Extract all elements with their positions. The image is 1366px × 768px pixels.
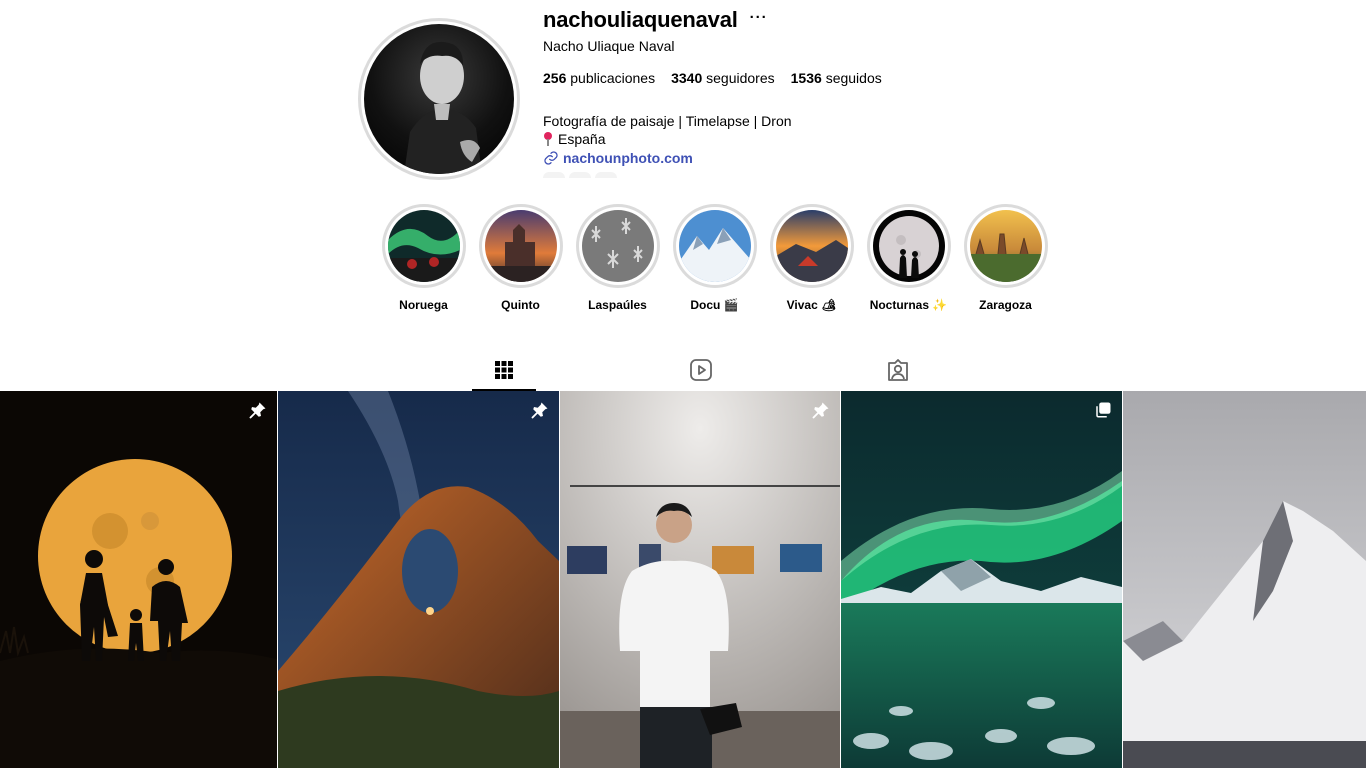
reels-icon xyxy=(690,358,712,381)
profile-info: nachouliaquenaval ··· Nacho Uliaque Nava… xyxy=(543,4,1103,178)
highlight-label: Noruega xyxy=(399,298,448,312)
followers-label: seguidores xyxy=(706,70,775,86)
location-pin-icon xyxy=(543,132,553,146)
post-image-full-moon-family xyxy=(0,391,277,768)
profile-stats: 256 publicaciones 3340 seguidores 1536 s… xyxy=(543,70,1103,86)
highlight-cover xyxy=(387,210,460,282)
post-image-milky-way-arch xyxy=(278,391,559,768)
website-link[interactable]: nachounphoto.com xyxy=(563,150,693,166)
highlight-noruega[interactable]: Noruega xyxy=(375,204,472,312)
tab-posts[interactable] xyxy=(472,348,536,391)
profile-avatar-ring[interactable] xyxy=(358,18,520,180)
post-tile[interactable] xyxy=(841,391,1122,768)
tab-tagged[interactable] xyxy=(866,348,930,391)
highlight-label: Laspaúles xyxy=(588,298,647,312)
highlight-cover xyxy=(678,210,751,282)
username: nachouliaquenaval xyxy=(543,7,738,32)
mutual-followers-avatars xyxy=(543,172,1103,178)
pin-icon xyxy=(249,402,266,419)
highlight-label: Docu 🎬 xyxy=(690,298,739,312)
posts-grid xyxy=(0,391,1366,768)
highlight-zaragoza[interactable]: Zaragoza xyxy=(957,204,1054,312)
post-image-snowy-mountain xyxy=(1123,391,1366,768)
posts-stat: 256 publicaciones xyxy=(543,70,655,86)
post-tile[interactable] xyxy=(278,391,559,768)
followers-count: 3340 xyxy=(671,70,703,86)
story-highlights: Noruega Quinto Laspaúles Docu 🎬 Vivac 🏕 … xyxy=(375,204,1054,312)
followers-stat[interactable]: 3340 seguidores xyxy=(671,70,775,86)
post-tile[interactable] xyxy=(0,391,277,768)
post-tile[interactable] xyxy=(1123,391,1366,768)
post-tile[interactable] xyxy=(560,391,840,768)
grid-icon xyxy=(495,360,513,379)
post-image-photographer-exhibition xyxy=(560,391,840,768)
highlight-laspaules[interactable]: Laspaúles xyxy=(569,204,666,312)
bio-location: España xyxy=(558,131,606,147)
bio: Fotografía de paisaje | Timelapse | Dron… xyxy=(543,112,1103,148)
highlight-cover xyxy=(775,210,848,282)
following-label: seguidos xyxy=(825,70,882,86)
link-icon xyxy=(544,151,558,165)
tab-reels[interactable] xyxy=(669,348,733,391)
highlight-cover xyxy=(969,210,1042,282)
carousel-icon xyxy=(1096,402,1111,418)
pin-icon xyxy=(531,402,548,419)
highlight-cover xyxy=(581,210,654,282)
highlight-label: Quinto xyxy=(501,298,540,312)
more-options-icon[interactable]: ··· xyxy=(750,9,768,32)
highlight-cover xyxy=(872,210,945,282)
posts-count: 256 xyxy=(543,70,567,86)
profile-tabs xyxy=(472,348,926,391)
avatar xyxy=(364,24,514,174)
post-image-aurora-fjord xyxy=(841,391,1122,768)
full-name: Nacho Uliaque Naval xyxy=(543,38,675,54)
highlight-docu[interactable]: Docu 🎬 xyxy=(666,204,763,312)
highlight-vivac[interactable]: Vivac 🏕 xyxy=(763,204,860,312)
bio-line: Fotografía de paisaje | Timelapse | Dron xyxy=(543,113,792,129)
highlight-label: Zaragoza xyxy=(979,298,1032,312)
highlight-label: Nocturnas ✨ xyxy=(869,298,948,312)
following-stat[interactable]: 1536 seguidos xyxy=(791,70,882,86)
highlight-nocturnas[interactable]: Nocturnas ✨ xyxy=(860,204,957,312)
pin-icon xyxy=(812,402,829,419)
following-count: 1536 xyxy=(790,70,822,86)
highlight-quinto[interactable]: Quinto xyxy=(472,204,569,312)
tagged-icon xyxy=(888,358,908,381)
highlight-cover xyxy=(484,210,557,282)
highlight-label: Vivac 🏕 xyxy=(786,298,837,312)
posts-label: publicaciones xyxy=(570,70,656,86)
